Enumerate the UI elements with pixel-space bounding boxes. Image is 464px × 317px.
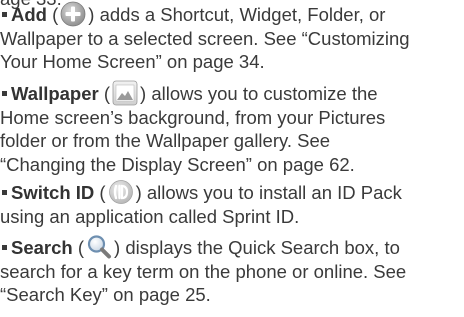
list-item-line: Add ( ) adds a Shortcut, Widget, Folder,…: [0, 1, 464, 27]
list-item-wallpaper: Wallpaper ( ) allows you to customize th…: [0, 80, 464, 176]
term-wallpaper: Wallpaper: [11, 83, 99, 104]
list-item-line: Wallpaper ( ) allows you to customize th…: [0, 80, 464, 106]
list-item-switch-id: Switch ID ( ) allows you to install an I…: [0, 179, 464, 228]
list-item-line: Home screen’s background, from your Pict…: [0, 106, 386, 128]
switch-id-icon: [108, 179, 134, 205]
list-item-add: Add ( ) adds a Shortcut, Widget, Folder,…: [0, 1, 464, 74]
list-item-line: Wallpaper to a selected screen. See “Cus…: [0, 27, 410, 49]
add-plus-circle-icon: [60, 1, 86, 27]
wallpaper-landscape-icon: [112, 80, 138, 106]
list-item-search: Search ( ) displays the Quick Search box…: [0, 234, 464, 307]
term-search: Search: [11, 237, 73, 258]
term-add: Add: [11, 4, 47, 25]
list-item-line: folder or from the Wallpaper gallery. Se…: [0, 130, 331, 151]
item-text: ) displays the Quick Search box, to: [114, 237, 400, 258]
manual-page: age 33. Add ( ) adds a Shortcut, Widget,…: [0, 0, 464, 317]
list-item-line: “Changing the Display Screen” on page 62…: [0, 153, 355, 175]
bullet-icon: [2, 245, 7, 251]
list-item-line: using an application called Sprint ID.: [0, 205, 300, 227]
bullet-icon: [2, 12, 7, 18]
search-magnifier-icon: [86, 234, 112, 260]
list-item-line: search for a key term on the phone or on…: [0, 260, 407, 282]
item-text: ) allows you to install an ID Pack: [135, 182, 402, 203]
item-text: ) allows you to customize the: [140, 83, 378, 104]
term-switch-id: Switch ID: [11, 182, 95, 203]
bullet-icon: [2, 91, 7, 97]
list-item-line: “Search Key” on page 25.: [0, 284, 211, 305]
list-item-line: Search ( ) displays the Quick Search box…: [0, 234, 464, 260]
item-text: ) adds a Shortcut, Widget, Folder, or: [88, 4, 386, 25]
list-item-line: Your Home Screen” on page 34.: [0, 51, 265, 72]
list-item-line: Switch ID ( ) allows you to install an I…: [0, 179, 464, 205]
bullet-icon: [2, 190, 7, 196]
